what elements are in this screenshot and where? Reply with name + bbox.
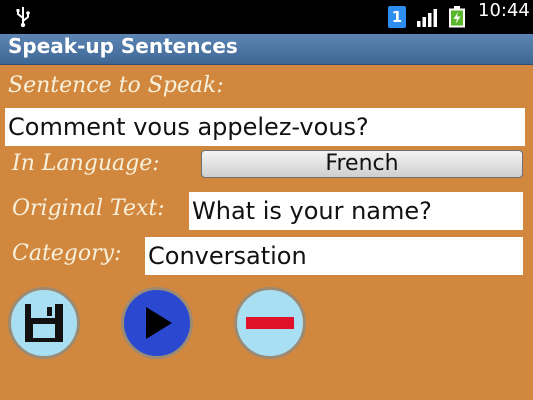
usb-icon — [16, 7, 30, 28]
play-icon — [146, 307, 172, 339]
title-bar: Speak-up Sentences — [0, 34, 533, 65]
floppy-disk-icon — [25, 304, 63, 342]
battery-charging-icon — [449, 6, 465, 28]
play-button[interactable] — [121, 287, 193, 359]
sim-icon: 1 — [388, 6, 406, 28]
original-text-input[interactable]: What is your name? — [189, 192, 523, 230]
category-input[interactable]: Conversation — [145, 237, 523, 275]
signal-icon — [417, 9, 437, 27]
clock: 10:44 — [478, 0, 530, 21]
status-bar: 1 10:44 — [0, 0, 533, 34]
sentence-input[interactable]: Comment vous appelez-vous? — [5, 108, 525, 146]
language-label: In Language: — [12, 151, 160, 176]
sentence-label: Sentence to Speak: — [8, 73, 224, 98]
language-select[interactable]: French — [201, 150, 523, 178]
delete-button[interactable] — [234, 287, 306, 359]
category-label: Category: — [12, 241, 122, 266]
app-title: Speak-up Sentences — [8, 34, 238, 58]
original-text-label: Original Text: — [12, 196, 165, 221]
minus-icon — [246, 317, 294, 329]
save-button[interactable] — [8, 287, 80, 359]
